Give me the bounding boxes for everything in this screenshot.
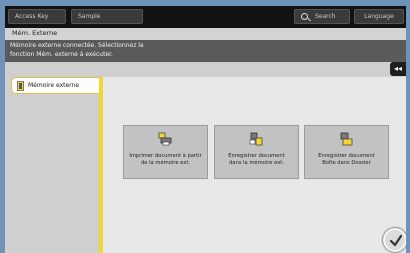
box-to-folder-label-2: Boîte dans Dossier xyxy=(322,160,371,166)
double-chevron-left-icon: ◂◂ xyxy=(393,64,403,73)
save-to-memory-label-1: Enregistrer document xyxy=(228,153,285,159)
message-line-2: fonction Mém. externe à exécuter. xyxy=(10,51,113,58)
tab-external-memory-label: Mémoire externe xyxy=(28,82,80,89)
top-bar: Access Key Sample Search Language xyxy=(5,6,406,28)
message-line-1: Mémoire externe connectée. Sélectionnez … xyxy=(10,42,144,49)
collapse-panel-button[interactable]: ◂◂ xyxy=(390,62,406,76)
search-label: Search xyxy=(315,13,336,20)
function-area: Imprimer document à partir de la mémoire… xyxy=(103,77,406,253)
sample-button[interactable]: Sample xyxy=(71,9,143,24)
checkmark-icon xyxy=(389,234,403,247)
language-label: Language xyxy=(364,13,394,20)
save-to-memory-button[interactable]: Enregistrer document dans la mémoire ext… xyxy=(214,125,299,179)
main-panel: ◂◂ Mémoire externe Imprimer document à p… xyxy=(5,62,406,253)
access-key-label: Access Key xyxy=(15,13,49,20)
print-from-memory-icon xyxy=(158,132,172,146)
ok-button[interactable] xyxy=(383,228,406,252)
print-from-memory-label-1: Imprimer document à partir xyxy=(129,153,202,159)
sample-label: Sample xyxy=(78,13,101,20)
search-button[interactable]: Search xyxy=(294,9,350,24)
screen-title: Mém. Externe xyxy=(12,29,58,37)
print-from-memory-button[interactable]: Imprimer document à partir de la mémoire… xyxy=(123,125,208,179)
save-to-memory-icon xyxy=(249,132,263,146)
save-to-memory-label-2: dans la mémoire ext. xyxy=(228,160,284,166)
tab-external-memory[interactable]: Mémoire externe xyxy=(11,77,99,94)
box-to-folder-icon xyxy=(340,132,353,146)
usb-memory-icon xyxy=(17,81,24,91)
box-to-folder-button[interactable]: Enregistrer document Boîte dans Dossier xyxy=(304,125,389,179)
access-key-button[interactable]: Access Key xyxy=(8,9,66,24)
search-icon xyxy=(301,13,308,20)
control-panel-screen: Access Key Sample Search Language Mém. E… xyxy=(5,6,406,253)
screen-title-bar: Mém. Externe xyxy=(5,28,406,40)
print-from-memory-label-2: de la mémoire ext. xyxy=(140,160,191,166)
box-to-folder-label-1: Enregistrer document xyxy=(318,153,375,159)
device-frame: Access Key Sample Search Language Mém. E… xyxy=(0,0,410,253)
message-area: Mémoire externe connectée. Sélectionnez … xyxy=(5,40,406,62)
language-button[interactable]: Language xyxy=(354,9,404,24)
